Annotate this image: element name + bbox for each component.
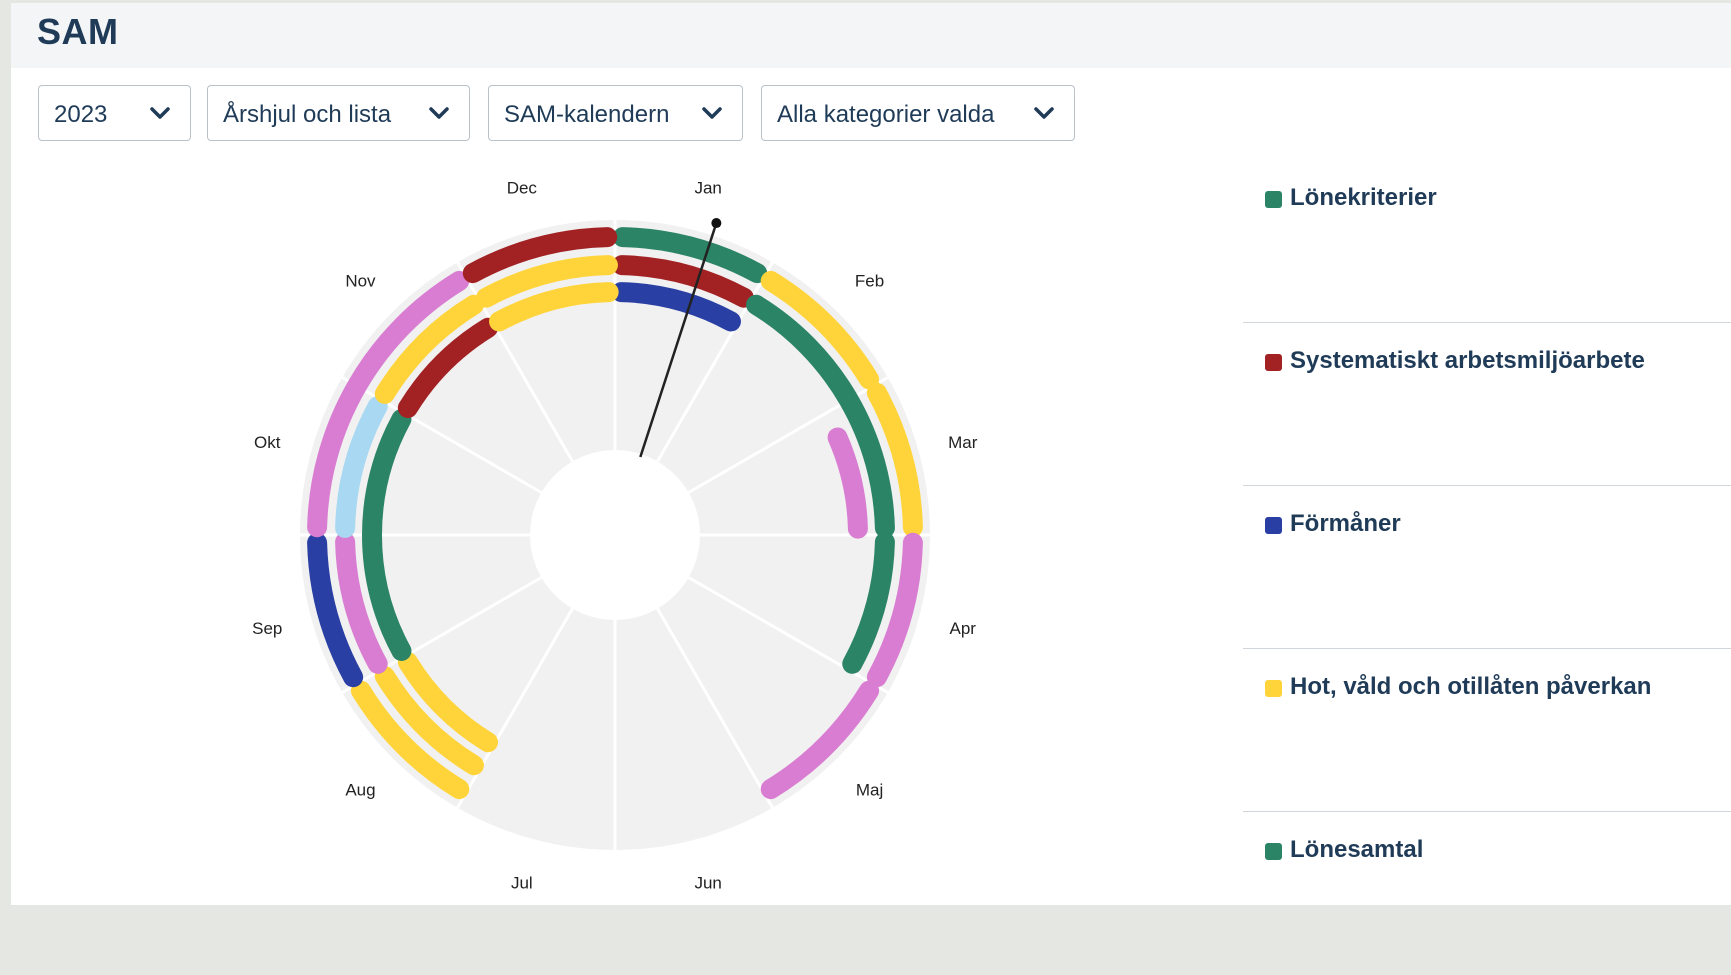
legend-swatch <box>1265 843 1282 860</box>
legend-swatch <box>1265 517 1282 534</box>
legend-label: Lönesamtal <box>1290 836 1424 863</box>
legend-swatch <box>1265 191 1282 208</box>
month-label: Nov <box>345 271 376 290</box>
legend-label: Hot, våld och otillåten påverkan <box>1290 673 1652 700</box>
month-label: Sep <box>252 619 282 638</box>
month-label: Jul <box>511 874 533 893</box>
month-label: Apr <box>949 619 976 638</box>
month-label: Feb <box>855 271 884 290</box>
month-label: Dec <box>507 178 538 197</box>
legend-item[interactable]: Hot, våld och otillåten påverkan <box>1243 649 1731 812</box>
year-wheel: Jan Feb Mar Apr Maj Jun Jul Aug Sep Okt Nov Dec <box>252 178 978 893</box>
legend-item[interactable]: Systematiskt arbetsmiljöarbete <box>1243 323 1731 486</box>
month-label: Aug <box>345 781 375 800</box>
today-pointer-dot <box>711 218 722 229</box>
month-label: Mar <box>948 433 978 452</box>
legend-item[interactable]: Förmåner <box>1243 486 1731 649</box>
month-label: Maj <box>856 781 883 800</box>
month-label: Jan <box>694 178 721 197</box>
legend-label: Systematiskt arbetsmiljöarbete <box>1290 347 1645 374</box>
month-label: Okt <box>254 433 281 452</box>
legend-item[interactable]: Lönesamtal <box>1243 812 1731 975</box>
legend-label: Lönekriterier <box>1290 184 1437 211</box>
legend-label: Förmåner <box>1290 510 1401 537</box>
legend-swatch <box>1265 680 1282 697</box>
legend-swatch <box>1265 354 1282 371</box>
chevron-down-icon <box>1034 107 1054 119</box>
legend-item[interactable]: Lönekriterier <box>1243 160 1731 323</box>
month-label: Jun <box>694 874 721 893</box>
wheel-center <box>530 450 700 620</box>
